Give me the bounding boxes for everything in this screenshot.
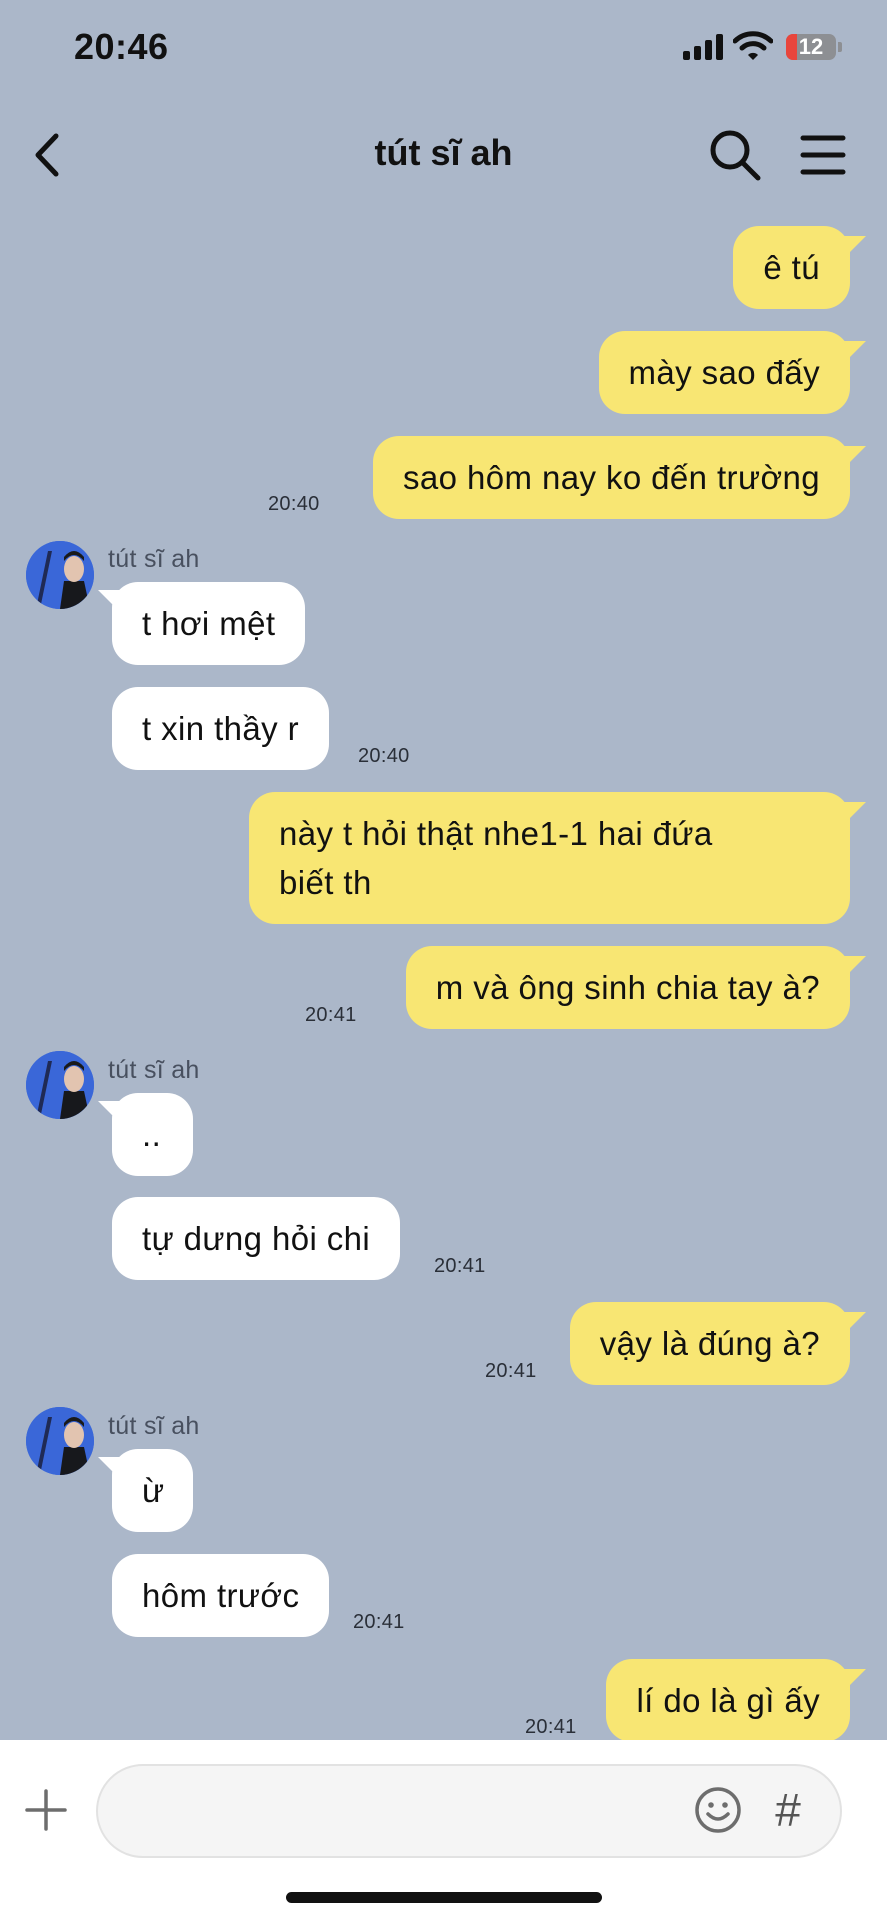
message-bubble-outgoing[interactable]: mày sao đấy (598, 331, 850, 414)
avatar[interactable] (26, 1407, 94, 1475)
message-bubble-incoming[interactable]: .. (112, 1093, 193, 1176)
message-bubble-outgoing[interactable]: m và ông sinh chia tay à? (405, 946, 850, 1029)
bubble-tail (844, 446, 866, 468)
bubble-tail (844, 802, 866, 824)
hashtag-button[interactable]: # (764, 1780, 812, 1840)
message-bubble-incoming[interactable]: t xin thầy r (112, 687, 330, 770)
message-text: t xin thầy r (142, 710, 300, 747)
avatar[interactable] (26, 541, 94, 609)
search-icon[interactable] (708, 128, 762, 182)
battery-icon: 12 (786, 34, 836, 60)
message-text: ừ (142, 1472, 165, 1509)
message-timestamp: 20:40 (268, 493, 320, 515)
sender-name: tút sĩ ah (108, 1412, 200, 1440)
message-text: hôm trước (142, 1577, 300, 1614)
sender-name: tút sĩ ah (108, 1056, 200, 1084)
bubble-tail (98, 590, 120, 612)
plus-icon[interactable] (24, 1788, 68, 1832)
message-timestamp: 20:41 (485, 1360, 537, 1382)
wifi-icon (733, 31, 773, 60)
message-bubble-incoming[interactable]: ừ (112, 1449, 193, 1532)
hamburger-menu-icon[interactable] (800, 134, 846, 176)
avatar-image (26, 1407, 94, 1475)
status-time: 20:46 (74, 26, 169, 67)
message-bubble-incoming[interactable]: t hơi mệt (112, 582, 306, 665)
bubble-tail (844, 1669, 866, 1691)
avatar-image (26, 541, 94, 609)
bubble-tail (98, 1457, 120, 1479)
message-timestamp: 20:41 (305, 1004, 357, 1026)
message-text: .. (142, 1116, 162, 1153)
bubble-tail (98, 1101, 120, 1123)
message-bubble-outgoing[interactable]: lí do là gì ấy (606, 1659, 850, 1742)
message-text: vậy là đúng à? (599, 1325, 820, 1362)
bubble-tail (844, 236, 866, 258)
avatar-image (26, 1051, 94, 1119)
battery-tip (838, 42, 842, 52)
cellular-signal-icon (683, 34, 723, 60)
bubble-tail (844, 341, 866, 363)
message-text-line-1: này t hỏi thật nhe1-1 hai đứa (279, 815, 713, 852)
message-text: mày sao đấy (628, 354, 820, 391)
message-bubble-outgoing[interactable]: sao hôm nay ko đến trường (373, 436, 850, 519)
emoji-icon[interactable] (693, 1785, 743, 1835)
bubble-tail (844, 956, 866, 978)
message-bubble-outgoing[interactable]: vậy là đúng à? (569, 1302, 850, 1385)
message-timestamp: 20:41 (525, 1716, 577, 1738)
message-text: sao hôm nay ko đến trường (403, 459, 820, 496)
message-bubble-incoming[interactable]: tự dưng hỏi chi (112, 1197, 401, 1280)
message-bubble-incoming[interactable]: hôm trước (112, 1554, 330, 1637)
sender-name: tút sĩ ah (108, 545, 200, 573)
message-text: ê tú (763, 249, 820, 286)
message-text: m và ông sinh chia tay à? (435, 969, 820, 1006)
message-bubble-outgoing[interactable]: này t hỏi thật nhe1-1 hai đứa biết th (249, 792, 850, 924)
message-timestamp: 20:40 (358, 745, 410, 767)
message-bubble-outgoing[interactable]: ê tú (733, 226, 850, 309)
message-text-line-2: biết th (279, 864, 372, 901)
battery-level: 12 (798, 34, 824, 59)
avatar[interactable] (26, 1051, 94, 1119)
message-text: lí do là gì ấy (636, 1682, 820, 1719)
home-indicator (286, 1892, 602, 1903)
bubble-tail (844, 1312, 866, 1334)
message-text: tự dưng hỏi chi (142, 1220, 371, 1257)
message-timestamp: 20:41 (434, 1255, 486, 1277)
message-timestamp: 20:41 (353, 1611, 405, 1633)
message-text: t hơi mệt (142, 605, 276, 642)
